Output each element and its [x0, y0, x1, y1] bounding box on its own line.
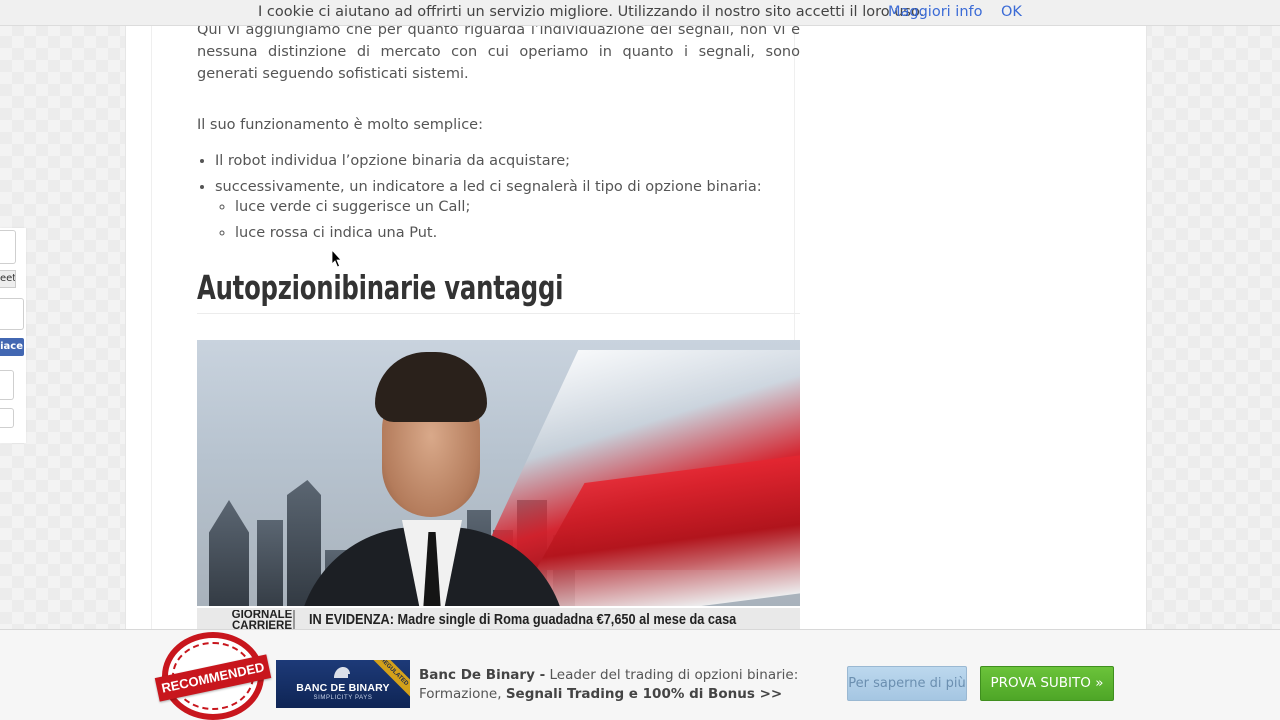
feature-list: Il robot individua l’opzione binaria da … [215, 150, 815, 248]
section-heading: Autopzionibinarie vantaggi [197, 268, 564, 307]
ad-brand: Banc De Binary - [419, 667, 546, 683]
list-item: Il robot individua l’opzione binaria da … [215, 150, 815, 172]
ticker-brand: GIORNALE CARRIERE [231, 610, 295, 630]
banc-de-binary-logo[interactable]: BANC DE BINARY SIMPLICITY PAYS REGULATED [276, 660, 410, 708]
list-item: luce verde ci suggerisce un Call; [235, 196, 815, 218]
list-item: successivamente, un indicatore a led ci … [215, 176, 815, 244]
ad-description[interactable]: Banc De Binary - Leader del trading di o… [419, 666, 819, 704]
ticker-headline: IN EVIDENZA: Madre single di Roma guadad… [309, 611, 737, 628]
learn-more-button[interactable]: Per saperne di più [847, 666, 967, 701]
lion-icon [334, 667, 350, 678]
video-player[interactable]: GIORNALE CARRIERE IN EVIDENZA: Madre sin… [197, 340, 800, 630]
recommended-badge-icon: RECOMMENDED [154, 632, 272, 720]
logo-name: BANC DE BINARY [296, 682, 390, 694]
article-paragraph: Qui vi aggiungiamo che per quanto riguar… [197, 22, 800, 82]
tweet-label: eet [0, 273, 16, 284]
mouse-cursor-icon [332, 250, 342, 268]
social-share-bar: eet iace [0, 228, 26, 443]
article-paragraph: Il suo funzionamento è molto semplice: [197, 117, 483, 133]
page-wrapper: Qui vi aggiungiamo che per quanto riguar… [125, 0, 1147, 720]
cookie-bar: I cookie ci aiutano ad offrirti un servi… [0, 0, 1280, 26]
list-item: luce rossa ci indica una Put. [235, 222, 815, 244]
share-box[interactable] [0, 408, 14, 428]
like-label: iace [0, 341, 23, 352]
facebook-like-button[interactable]: iace [0, 338, 24, 356]
tweet-button[interactable]: eet [0, 270, 16, 288]
share-count-box [0, 230, 16, 264]
article-column: Qui vi aggiungiamo che per quanto riguar… [151, 0, 800, 720]
cookie-text: I cookie ci aiutano ad offrirti un servi… [258, 4, 925, 20]
cookie-ok-button[interactable]: OK [1001, 4, 1022, 20]
like-count-box [0, 298, 24, 330]
try-now-button[interactable]: PROVA SUBITO » [980, 666, 1114, 701]
presenter-figure [297, 352, 567, 630]
logo-tagline: SIMPLICITY PAYS [313, 695, 373, 701]
sub-list: luce verde ci suggerisce un Call; luce r… [235, 196, 815, 244]
heading-divider [197, 313, 800, 314]
news-ticker: GIORNALE CARRIERE IN EVIDENZA: Madre sin… [197, 606, 800, 630]
plusone-box[interactable] [0, 370, 14, 400]
cookie-more-info-link[interactable]: Maggiori info [888, 4, 983, 20]
